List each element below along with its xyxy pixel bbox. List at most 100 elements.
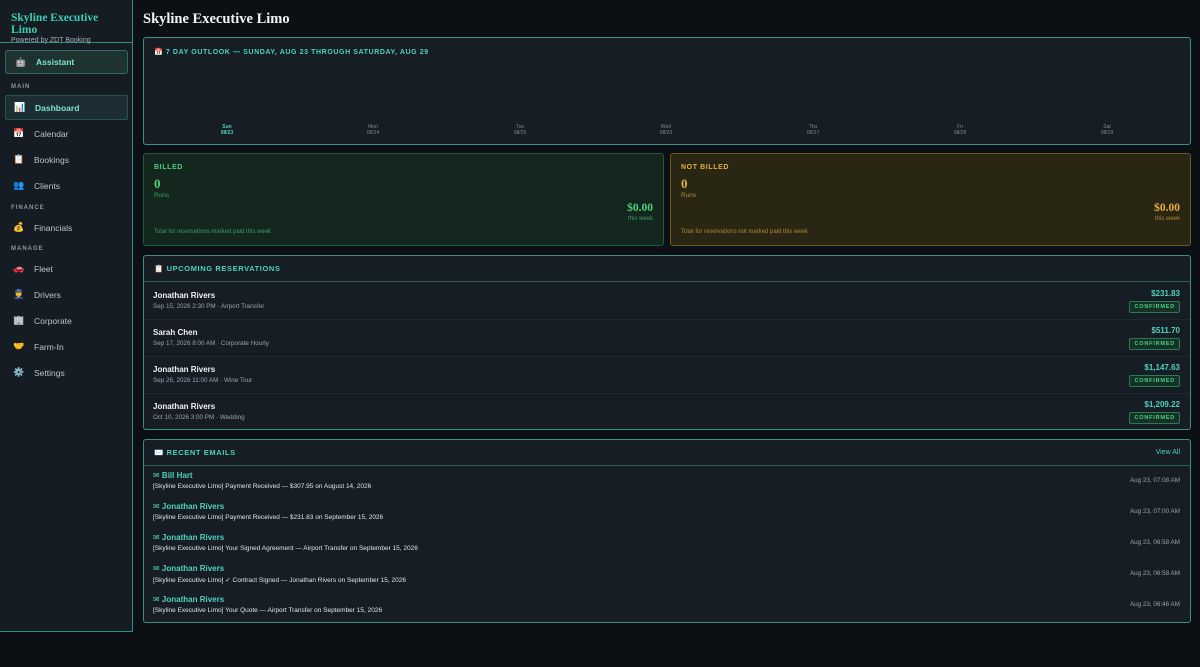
email-time: Aug 23, 06:46 AM — [1129, 601, 1180, 608]
sidebar-item-fleet[interactable]: 🚗 Fleet — [5, 256, 128, 281]
outlook-day-sun[interactable]: Sun 08/23 — [207, 124, 247, 136]
billed-count: 0 — [154, 176, 161, 191]
email-time: Aug 23, 07:00 AM — [1129, 508, 1180, 515]
car-icon: 🚗 — [13, 263, 25, 273]
reservation-row[interactable]: Jonathan Rivers Sep 15, 2026 2:30 PM · A… — [144, 283, 1190, 320]
emails-header: ✉️ RECENT EMAILS View All — [144, 440, 1190, 466]
email-subject: [Skyline Executive Limo] Payment Receive… — [153, 514, 384, 521]
reservations-title: 📋 UPCOMING RESERVATIONS — [154, 264, 281, 273]
users-icon: 👥 — [13, 180, 25, 190]
email-subject: [Skyline Executive Limo] Payment Receive… — [153, 483, 372, 490]
outlook-panel: 📅 7 DAY OUTLOOK — SUNDAY, AUG 23 THROUGH… — [143, 37, 1191, 145]
reservation-client: Jonathan Rivers — [153, 291, 216, 300]
reservation-row[interactable]: Sarah Chen Sep 17, 2026 8:00 AM · Corpor… — [144, 320, 1190, 357]
not-billed-note: Total for reservations not marked paid t… — [681, 229, 809, 235]
email-subject: [Skyline Executive Limo] Your Signed Agr… — [153, 545, 418, 552]
reservation-price: $511.70 — [1151, 326, 1180, 335]
envelope-icon: ✉️ — [154, 448, 164, 457]
sidebar-item-label: Calendar — [34, 128, 69, 139]
outlook-day-tue[interactable]: Tue 08/25 — [500, 124, 540, 136]
email-time: Aug 23, 07:08 AM — [1129, 477, 1180, 484]
building-icon: 🏢 — [13, 315, 25, 325]
reservation-meta: Sep 15, 2026 2:30 PM · Airport Transfer — [153, 303, 265, 310]
sidebar-item-dashboard[interactable]: 📊 Dashboard — [5, 95, 128, 120]
reservation-client: Jonathan Rivers — [153, 402, 216, 411]
not-billed-period: this week — [1154, 216, 1180, 222]
not-billed-amount: $0.00 — [1154, 202, 1180, 214]
outlook-day-wed[interactable]: Wed 08/26 — [646, 124, 686, 136]
brand: Skyline Executive Limo Powered by ZDT Bo… — [0, 0, 132, 44]
sidebar-item-farm-in[interactable]: 🤝 Farm-In — [5, 334, 128, 359]
email-subject: [Skyline Executive Limo] Your Quote — Ai… — [153, 607, 383, 614]
status-badge: CONFIRMED — [1129, 338, 1180, 350]
gear-icon: ⚙️ — [13, 367, 25, 377]
sidebar-item-label: Settings — [34, 367, 65, 378]
reservation-client: Sarah Chen — [153, 328, 198, 337]
nav-section-main: MAIN — [11, 84, 31, 90]
email-row[interactable]: ✉ Jonathan Rivers [Skyline Executive Lim… — [144, 592, 1190, 623]
reservation-meta: Oct 10, 2026 3:00 PM · Wedding — [153, 414, 245, 421]
reservation-meta: Sep 17, 2026 8:00 AM · Corporate Hourly — [153, 340, 269, 347]
billed-runs-label: Runs — [154, 192, 170, 199]
handshake-icon: 🤝 — [13, 341, 25, 351]
email-row[interactable]: ✉ Jonathan Rivers [Skyline Executive Lim… — [144, 499, 1190, 530]
status-badge: CONFIRMED — [1129, 412, 1180, 424]
outlook-day-thu[interactable]: Thu 08/27 — [793, 124, 833, 136]
emails-panel: ✉️ RECENT EMAILS View All ✉ Bill Hart [S… — [143, 439, 1191, 623]
assistant-button[interactable]: 🤖 Assistant — [5, 50, 128, 74]
sidebar-item-clients[interactable]: 👥 Clients — [5, 173, 128, 198]
brand-title: Skyline Executive Limo — [11, 12, 99, 36]
email-row[interactable]: ✉ Jonathan Rivers [Skyline Executive Lim… — [144, 561, 1190, 592]
sidebar: Skyline Executive Limo Powered by ZDT Bo… — [0, 0, 133, 632]
sidebar-item-label: Drivers — [34, 289, 61, 300]
reservation-row[interactable]: Jonathan Rivers Oct 10, 2026 3:00 PM · W… — [144, 394, 1190, 431]
view-all-link[interactable]: View All — [1156, 449, 1180, 456]
reservations-header: 📋 UPCOMING RESERVATIONS — [144, 256, 1190, 282]
nav-section-manage: MANAGE — [11, 246, 44, 252]
outlook-day-mon[interactable]: Mon 08/24 — [353, 124, 393, 136]
reservation-meta: Sep 26, 2026 11:00 AM · Wine Tour — [153, 377, 253, 384]
outlook-title: 📅 7 DAY OUTLOOK — SUNDAY, AUG 23 THROUGH… — [154, 48, 429, 56]
sidebar-item-financials[interactable]: 💰 Financials — [5, 215, 128, 240]
not-billed-count: 0 — [681, 176, 688, 191]
sidebar-item-label: Clients — [34, 180, 60, 191]
email-subject: [Skyline Executive Limo] ✓ Contract Sign… — [153, 577, 406, 584]
money-bag-icon: 💰 — [13, 222, 25, 232]
reservation-row[interactable]: Jonathan Rivers Sep 26, 2026 11:00 AM · … — [144, 357, 1190, 394]
billed-label: BILLED — [154, 164, 183, 171]
email-row[interactable]: ✉ Bill Hart [Skyline Executive Limo] Pay… — [144, 468, 1190, 499]
reservations-panel: 📋 UPCOMING RESERVATIONS Jonathan Rivers … — [143, 255, 1191, 430]
email-sender: ✉ Jonathan Rivers — [153, 533, 225, 542]
sidebar-item-label: Farm-In — [34, 341, 64, 352]
reservations-title-text: UPCOMING RESERVATIONS — [166, 264, 281, 273]
reservation-price: $1,147.63 — [1144, 363, 1180, 372]
sidebar-item-settings[interactable]: ⚙️ Settings — [5, 360, 128, 385]
sidebar-item-calendar[interactable]: 📅 Calendar — [5, 121, 128, 146]
clipboard-icon: 📋 — [13, 154, 25, 164]
emails-title: ✉️ RECENT EMAILS — [154, 448, 236, 457]
email-sender: ✉ Bill Hart — [153, 471, 193, 480]
email-row[interactable]: ✉ Jonathan Rivers [Skyline Executive Lim… — [144, 530, 1190, 561]
status-badge: CONFIRMED — [1129, 301, 1180, 313]
sidebar-item-corporate[interactable]: 🏢 Corporate — [5, 308, 128, 333]
outlook-day-sat[interactable]: Sat 08/29 — [1087, 124, 1127, 136]
day-date: 08/24 — [366, 130, 380, 136]
robot-icon: 🤖 — [15, 56, 27, 67]
sidebar-item-label: Financials — [34, 222, 73, 233]
brand-subtitle: Powered by ZDT Booking — [11, 37, 91, 44]
not-billed-card: NOT BILLED 0 Runs $0.00 this week Total … — [670, 153, 1191, 246]
email-time: Aug 23, 06:58 AM — [1129, 570, 1180, 577]
page-title: Skyline Executive Limo — [143, 11, 290, 27]
billed-card: BILLED 0 Runs $0.00 this week Total for … — [143, 153, 664, 246]
reservation-client: Jonathan Rivers — [153, 365, 216, 374]
email-sender: ✉ Jonathan Rivers — [153, 564, 225, 573]
outlook-day-fri[interactable]: Fri 08/28 — [940, 124, 980, 136]
day-date: 08/27 — [806, 130, 820, 136]
assistant-label: Assistant — [36, 57, 75, 67]
outlook-title-text: 7 DAY OUTLOOK — SUNDAY, AUG 23 THROUGH S… — [165, 49, 429, 56]
sidebar-item-label: Dashboard — [35, 102, 80, 113]
day-date: 08/25 — [513, 130, 527, 136]
sidebar-item-drivers[interactable]: 👮 Drivers — [5, 282, 128, 307]
sidebar-item-bookings[interactable]: 📋 Bookings — [5, 147, 128, 172]
sidebar-item-label: Fleet — [34, 263, 53, 274]
